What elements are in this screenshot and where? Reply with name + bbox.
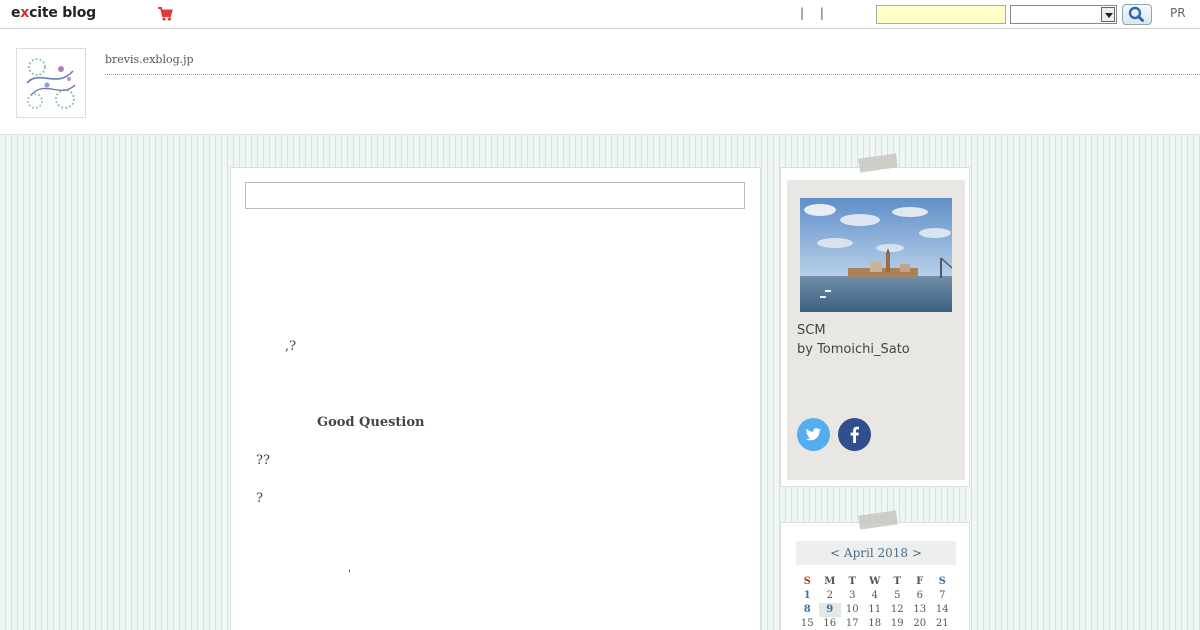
global-top-bar: excite blog | | PR <box>0 0 1200 29</box>
logo-suffix: cite blog <box>29 5 96 21</box>
chevron-down-icon[interactable] <box>1101 7 1115 22</box>
calendar-day: 15 <box>800 618 814 629</box>
calendar-day: 12 <box>890 604 904 615</box>
profile-byline[interactable]: by Tomoichi_Sato <box>797 342 910 357</box>
blog-url[interactable]: brevis.exblog.jp <box>105 53 194 66</box>
calendar-day-link[interactable]: 8 <box>796 603 819 617</box>
calendar-day: 17 <box>845 618 859 629</box>
calendar-weekday: M <box>824 576 836 587</box>
search-button[interactable] <box>1122 4 1152 25</box>
topbar-separators: | | <box>800 6 830 20</box>
calendar-day: 4 <box>871 590 878 601</box>
header-divider <box>105 74 1200 75</box>
post-text-line: ? <box>256 491 263 506</box>
profile-card-inner: SCM by Tomoichi_Sato <box>787 180 965 480</box>
calendar-day: 3 <box>849 590 856 601</box>
calendar-day: 13 <box>913 604 927 615</box>
search-icon <box>1128 6 1144 22</box>
blog-header: brevis.exblog.jp <box>0 29 1200 134</box>
calendar-day: 14 <box>935 604 949 615</box>
blog-avatar[interactable] <box>16 48 86 118</box>
calendar-grid: S M T W T F S 1 2 3 4 5 6 7 8 9 10 11 12 13 14 15 16 17 18 19 20 21 <box>796 575 958 630</box>
calendar-day: 19 <box>890 618 904 629</box>
calendar-day: 7 <box>939 590 946 601</box>
calendar-day: 20 <box>913 618 927 629</box>
calendar-card: < April 2018 > S M T W T F S 1 2 3 4 5 6 7 8 9 10 11 12 13 1… <box>780 510 970 630</box>
facebook-icon <box>850 426 859 443</box>
calendar-weekday: F <box>916 576 924 587</box>
post-heading: Good Question <box>317 415 425 430</box>
post-text-line: ?? <box>256 453 270 468</box>
calendar-weekday: W <box>869 576 881 587</box>
calendar-day: 18 <box>868 618 882 629</box>
post-text-mark: ' <box>348 569 351 580</box>
post-text-line: ,? <box>285 339 297 354</box>
venice-lagoon-photo <box>800 198 952 312</box>
calendar-day: 6 <box>916 590 923 601</box>
pr-label: PR <box>1170 6 1186 20</box>
excite-blog-logo[interactable]: excite blog <box>11 5 96 21</box>
post-title-box[interactable] <box>245 182 745 209</box>
calendar-day: 10 <box>845 604 859 615</box>
logo-prefix: e <box>11 5 21 21</box>
calendar-day-link[interactable]: 9 <box>818 603 841 617</box>
calendar-week-row: 8 9 10 11 12 13 14 <box>796 603 958 617</box>
calendar-weekday: T <box>848 576 856 587</box>
twitter-icon <box>805 428 821 441</box>
shopping-cart-icon[interactable] <box>157 6 173 22</box>
calendar-day: 5 <box>894 590 901 601</box>
calendar-day: 21 <box>935 618 949 629</box>
calendar-weekday: S <box>803 576 811 587</box>
calendar-weekday: T <box>893 576 901 587</box>
calendar-weekday-row: SMTWTFS <box>796 575 958 589</box>
calendar-weekday: S <box>938 576 946 587</box>
twitter-share-button[interactable] <box>797 418 830 451</box>
logo-x: x <box>20 5 30 21</box>
profile-card: SCM by Tomoichi_Sato <box>780 153 970 487</box>
calendar-week-row: 12 3 4 5 6 7 <box>796 589 958 603</box>
profile-photo[interactable] <box>800 198 952 312</box>
profile-blog-title[interactable]: SCM <box>797 323 826 338</box>
calendar-day: 16 <box>823 618 837 629</box>
calendar-week-row: 15 16 17 18 19 20 21 <box>796 617 958 630</box>
facebook-share-button[interactable] <box>838 418 871 451</box>
floral-ornament-icon <box>26 58 76 109</box>
search-input[interactable] <box>876 5 1006 24</box>
calendar-day: 11 <box>868 604 882 615</box>
main-post-column: ,? Good Question ?? ? ' <box>230 167 761 630</box>
calendar-day-link[interactable]: 1 <box>796 589 819 603</box>
calendar-month-nav[interactable]: < April 2018 > <box>796 541 956 565</box>
search-scope-select[interactable] <box>1010 5 1117 24</box>
calendar-day: 2 <box>826 590 833 601</box>
